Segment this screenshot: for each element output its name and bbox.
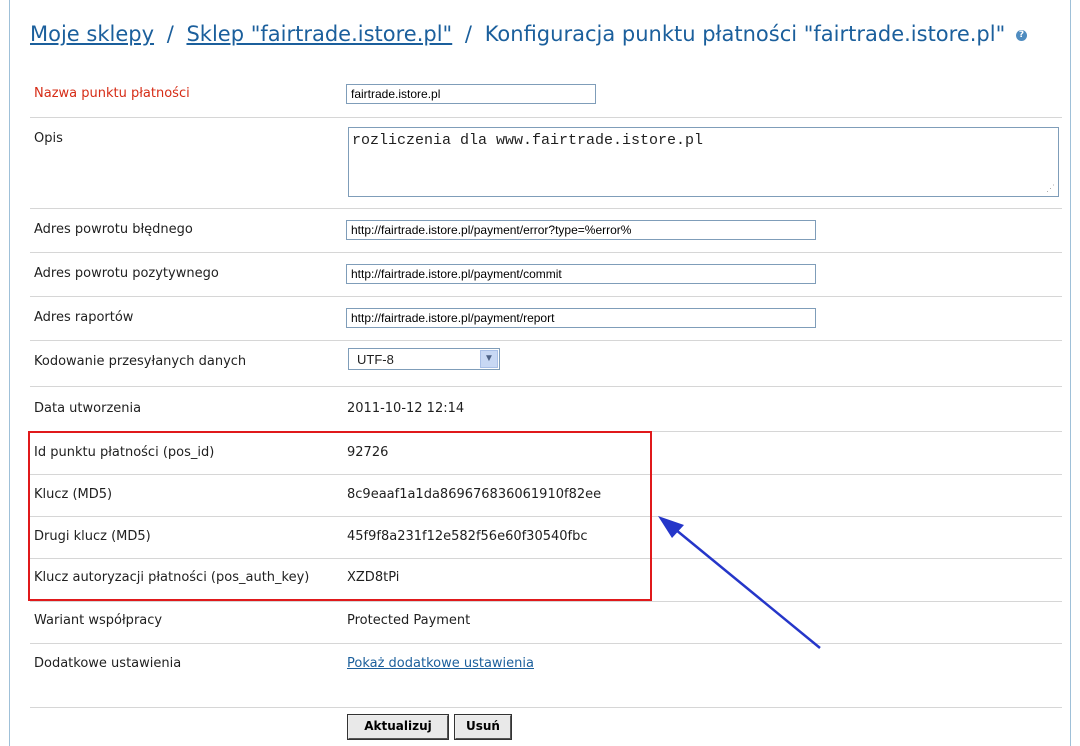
annotation-arrow: [658, 516, 821, 649]
arrow-shaft: [669, 524, 821, 649]
